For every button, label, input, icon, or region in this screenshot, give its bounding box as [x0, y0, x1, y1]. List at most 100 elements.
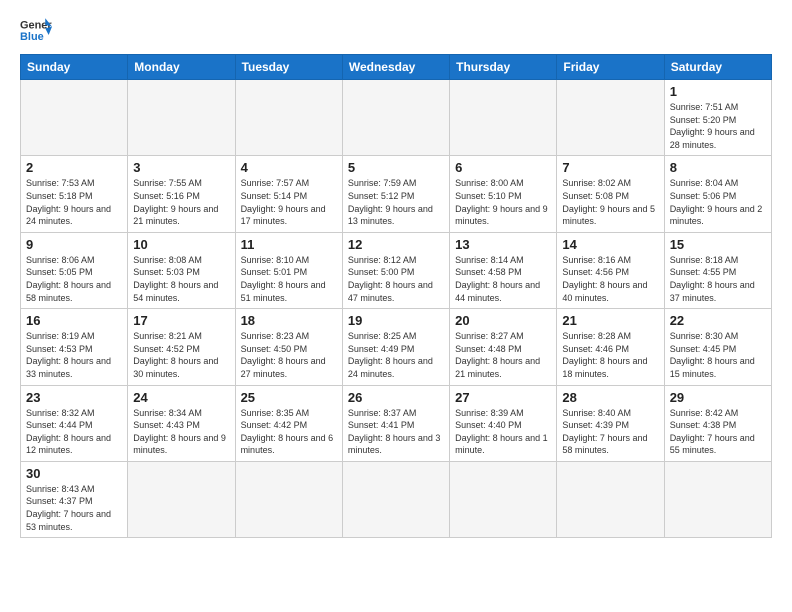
day-info: Sunrise: 7:59 AM Sunset: 5:12 PM Dayligh… — [348, 177, 444, 227]
day-number: 18 — [241, 313, 337, 328]
day-number: 23 — [26, 390, 122, 405]
day-number: 8 — [670, 160, 766, 175]
calendar-cell — [664, 461, 771, 537]
day-info: Sunrise: 8:12 AM Sunset: 5:00 PM Dayligh… — [348, 254, 444, 304]
day-number: 6 — [455, 160, 551, 175]
day-number: 29 — [670, 390, 766, 405]
calendar-cell: 11Sunrise: 8:10 AM Sunset: 5:01 PM Dayli… — [235, 232, 342, 308]
calendar-cell: 2Sunrise: 7:53 AM Sunset: 5:18 PM Daylig… — [21, 156, 128, 232]
day-number: 28 — [562, 390, 658, 405]
day-info: Sunrise: 8:42 AM Sunset: 4:38 PM Dayligh… — [670, 407, 766, 457]
calendar-cell: 5 Sunrise: 7:59 AM Sunset: 5:12 PM Daylig… — [342, 156, 449, 232]
day-number: 1 — [670, 84, 766, 99]
weekday-header-row: SundayMondayTuesdayWednesdayThursdayFrid… — [21, 55, 772, 80]
calendar-cell: 12 Sunrise: 8:12 AM Sunset: 5:00 PM Dayli… — [342, 232, 449, 308]
calendar-cell: 24 Sunrise: 8:34 AM Sunset: 4:43 PM Dayli… — [128, 385, 235, 461]
day-number: 3 — [133, 160, 229, 175]
calendar-cell — [450, 80, 557, 156]
calendar-cell — [21, 80, 128, 156]
calendar-table: SundayMondayTuesdayWednesdayThursdayFrid… — [20, 54, 772, 538]
calendar-cell: 3 Sunrise: 7:55 AM Sunset: 5:16 PM Daylig… — [128, 156, 235, 232]
calendar-cell: 7Sunrise: 8:02 AM Sunset: 5:08 PM Daylig… — [557, 156, 664, 232]
calendar-cell — [235, 80, 342, 156]
calendar-cell: 1 Sunrise: 7:51 AM Sunset: 5:20 PM Daylig… — [664, 80, 771, 156]
week-row-2: 2Sunrise: 7:53 AM Sunset: 5:18 PM Daylig… — [21, 156, 772, 232]
calendar-cell: 4Sunrise: 7:57 AM Sunset: 5:14 PM Daylig… — [235, 156, 342, 232]
calendar-cell: 17 Sunrise: 8:21 AM Sunset: 4:52 PM Dayli… — [128, 309, 235, 385]
day-number: 17 — [133, 313, 229, 328]
day-info: Sunrise: 8:34 AM Sunset: 4:43 PM Dayligh… — [133, 407, 229, 457]
day-info: Sunrise: 8:19 AM Sunset: 4:53 PM Dayligh… — [26, 330, 122, 380]
calendar-cell — [557, 461, 664, 537]
day-number: 12 — [348, 237, 444, 252]
calendar-cell: 19Sunrise: 8:25 AM Sunset: 4:49 PM Dayli… — [342, 309, 449, 385]
day-info: Sunrise: 8:04 AM Sunset: 5:06 PM Dayligh… — [670, 177, 766, 227]
day-info: Sunrise: 8:43 AM Sunset: 4:37 PM Dayligh… — [26, 483, 122, 533]
day-info: Sunrise: 7:53 AM Sunset: 5:18 PM Dayligh… — [26, 177, 122, 227]
day-number: 9 — [26, 237, 122, 252]
calendar-cell: 20Sunrise: 8:27 AM Sunset: 4:48 PM Dayli… — [450, 309, 557, 385]
day-info: Sunrise: 8:08 AM Sunset: 5:03 PM Dayligh… — [133, 254, 229, 304]
calendar-cell: 10 Sunrise: 8:08 AM Sunset: 5:03 PM Dayli… — [128, 232, 235, 308]
calendar-cell: 22Sunrise: 8:30 AM Sunset: 4:45 PM Dayli… — [664, 309, 771, 385]
calendar-cell: 15Sunrise: 8:18 AM Sunset: 4:55 PM Dayli… — [664, 232, 771, 308]
day-number: 14 — [562, 237, 658, 252]
day-number: 21 — [562, 313, 658, 328]
day-number: 4 — [241, 160, 337, 175]
svg-text:Blue: Blue — [20, 31, 44, 43]
day-info: Sunrise: 8:37 AM Sunset: 4:41 PM Dayligh… — [348, 407, 444, 457]
day-info: Sunrise: 8:06 AM Sunset: 5:05 PM Dayligh… — [26, 254, 122, 304]
day-info: Sunrise: 7:51 AM Sunset: 5:20 PM Dayligh… — [670, 101, 766, 151]
calendar-cell — [342, 461, 449, 537]
day-info: Sunrise: 8:02 AM Sunset: 5:08 PM Dayligh… — [562, 177, 658, 227]
calendar-cell: 30 Sunrise: 8:43 AM Sunset: 4:37 PM Dayli… — [21, 461, 128, 537]
weekday-header-monday: Monday — [128, 55, 235, 80]
calendar-cell: 29 Sunrise: 8:42 AM Sunset: 4:38 PM Dayli… — [664, 385, 771, 461]
generalblue-logo-icon: General Blue — [20, 16, 52, 44]
calendar-cell: 16 Sunrise: 8:19 AM Sunset: 4:53 PM Dayli… — [21, 309, 128, 385]
week-row-1: 1 Sunrise: 7:51 AM Sunset: 5:20 PM Daylig… — [21, 80, 772, 156]
calendar-cell: 25 Sunrise: 8:35 AM Sunset: 4:42 PM Dayli… — [235, 385, 342, 461]
header: General Blue — [20, 16, 772, 44]
day-info: Sunrise: 8:39 AM Sunset: 4:40 PM Dayligh… — [455, 407, 551, 457]
calendar-cell: 13Sunrise: 8:14 AM Sunset: 4:58 PM Dayli… — [450, 232, 557, 308]
day-info: Sunrise: 8:35 AM Sunset: 4:42 PM Dayligh… — [241, 407, 337, 457]
day-info: Sunrise: 8:25 AM Sunset: 4:49 PM Dayligh… — [348, 330, 444, 380]
day-info: Sunrise: 8:30 AM Sunset: 4:45 PM Dayligh… — [670, 330, 766, 380]
calendar-cell — [128, 461, 235, 537]
day-number: 24 — [133, 390, 229, 405]
calendar-cell: 9 Sunrise: 8:06 AM Sunset: 5:05 PM Daylig… — [21, 232, 128, 308]
week-row-4: 16 Sunrise: 8:19 AM Sunset: 4:53 PM Dayli… — [21, 309, 772, 385]
weekday-header-wednesday: Wednesday — [342, 55, 449, 80]
day-info: Sunrise: 7:55 AM Sunset: 5:16 PM Dayligh… — [133, 177, 229, 227]
calendar-cell — [128, 80, 235, 156]
day-info: Sunrise: 8:00 AM Sunset: 5:10 PM Dayligh… — [455, 177, 551, 227]
week-row-6: 30 Sunrise: 8:43 AM Sunset: 4:37 PM Dayli… — [21, 461, 772, 537]
day-number: 16 — [26, 313, 122, 328]
calendar-cell — [342, 80, 449, 156]
day-number: 26 — [348, 390, 444, 405]
day-info: Sunrise: 8:16 AM Sunset: 4:56 PM Dayligh… — [562, 254, 658, 304]
weekday-header-thursday: Thursday — [450, 55, 557, 80]
day-info: Sunrise: 8:27 AM Sunset: 4:48 PM Dayligh… — [455, 330, 551, 380]
calendar-cell — [235, 461, 342, 537]
day-number: 15 — [670, 237, 766, 252]
day-info: Sunrise: 8:32 AM Sunset: 4:44 PM Dayligh… — [26, 407, 122, 457]
calendar-cell: 23 Sunrise: 8:32 AM Sunset: 4:44 PM Dayli… — [21, 385, 128, 461]
page: General Blue SundayMondayTuesdayWednesda… — [0, 0, 792, 548]
calendar-cell: 27Sunrise: 8:39 AM Sunset: 4:40 PM Dayli… — [450, 385, 557, 461]
calendar-cell: 14 Sunrise: 8:16 AM Sunset: 4:56 PM Dayli… — [557, 232, 664, 308]
day-number: 5 — [348, 160, 444, 175]
day-number: 10 — [133, 237, 229, 252]
calendar-cell: 21Sunrise: 8:28 AM Sunset: 4:46 PM Dayli… — [557, 309, 664, 385]
day-number: 13 — [455, 237, 551, 252]
calendar-cell: 18Sunrise: 8:23 AM Sunset: 4:50 PM Dayli… — [235, 309, 342, 385]
day-number: 25 — [241, 390, 337, 405]
calendar-cell — [450, 461, 557, 537]
day-info: Sunrise: 8:40 AM Sunset: 4:39 PM Dayligh… — [562, 407, 658, 457]
logo: General Blue — [20, 16, 58, 44]
day-number: 30 — [26, 466, 122, 481]
day-info: Sunrise: 8:21 AM Sunset: 4:52 PM Dayligh… — [133, 330, 229, 380]
weekday-header-friday: Friday — [557, 55, 664, 80]
week-row-5: 23 Sunrise: 8:32 AM Sunset: 4:44 PM Dayli… — [21, 385, 772, 461]
